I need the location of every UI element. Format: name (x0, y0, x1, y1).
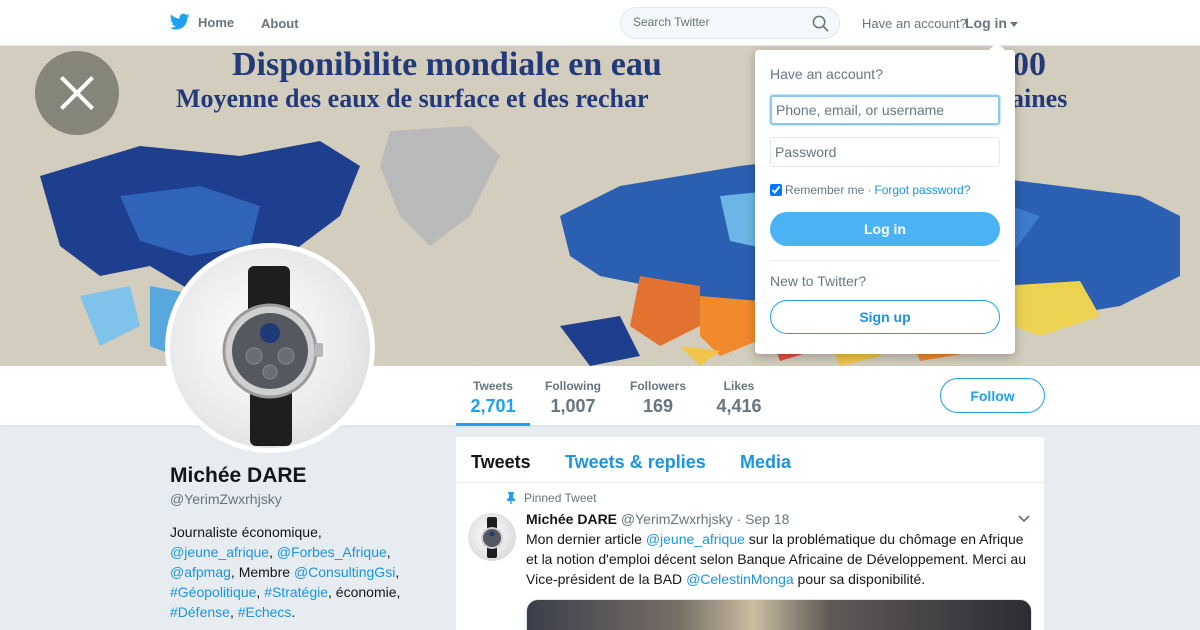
timeline-tabs: Tweets Tweets & replies Media (456, 437, 1044, 483)
stat-label: Followers (629, 379, 686, 393)
bio-hashtag[interactable]: #Géopolitique (170, 584, 256, 600)
bio-link[interactable]: @Forbes_Afrique (277, 544, 387, 560)
nav-home-label: Home (198, 14, 235, 30)
tweet-text-part: Mon dernier article (526, 531, 646, 547)
have-account-text: Have an account? (862, 16, 967, 31)
login-button[interactable]: Log in (770, 212, 1000, 246)
profile-bio: Journaliste économique, @jeune_afrique , … (170, 522, 420, 622)
divider (770, 260, 1000, 261)
pinned-indicator: Pinned Tweet (506, 491, 597, 505)
stat-followers[interactable]: Followers 169 (622, 366, 694, 426)
remember-me-checkbox[interactable] (770, 184, 782, 196)
tweet-author-handle[interactable]: @YerimZwxrhjsky (621, 511, 733, 527)
pinned-label: Pinned Tweet (524, 491, 597, 505)
bio-text: Journaliste économique, (170, 524, 322, 540)
password-input[interactable] (770, 137, 1000, 167)
nav-about-link[interactable]: About (261, 16, 299, 31)
bio-link[interactable]: @jeune_afrique (170, 544, 269, 560)
stat-value: 1,007 (550, 396, 596, 416)
stat-value: 2,701 (470, 396, 516, 416)
profile-name[interactable]: Michée DARE (170, 464, 307, 488)
stat-following[interactable]: Following 1,007 (537, 366, 609, 426)
pin-icon (507, 492, 515, 504)
follow-button[interactable]: Follow (940, 378, 1045, 413)
bio-link[interactable]: @ConsultingGsi (294, 564, 395, 580)
login-dropdown-title: Have an account? (770, 66, 883, 82)
stat-value: 4,416 (716, 396, 762, 416)
login-dropdown: Have an account? Remember me · Forgot pa… (755, 42, 1015, 354)
tweet-separator: · (736, 511, 742, 527)
stat-tweets[interactable]: Tweets 2,701 (456, 366, 530, 426)
tweet-avatar[interactable] (468, 513, 516, 561)
signup-button[interactable]: Sign up (770, 300, 1000, 334)
forgot-password-link[interactable]: Forgot password? (874, 183, 970, 197)
stat-label: Likes (723, 379, 755, 393)
twitter-bird-icon (170, 13, 190, 30)
caret-down-icon (1010, 21, 1018, 27)
banner-subtitle-text: Moyenne des eaux de surface et des recha… (176, 84, 649, 113)
bio-text: , (395, 564, 400, 580)
banner-subtitle: Moyenne des eaux de surface et des recha… (176, 84, 1067, 114)
tweet-author-name[interactable]: Michée DARE (526, 511, 617, 527)
top-navigation-bar: Home About Have an account? Log in (0, 0, 1200, 46)
remember-me-label[interactable]: Remember me (785, 183, 864, 197)
bio-text: , (229, 604, 238, 620)
tab-tweets-replies[interactable]: Tweets & replies (565, 452, 706, 473)
tweet-header: Michée DARE @YerimZwxrhjsky · Sep 18 (526, 511, 789, 527)
avatar-image (170, 248, 370, 448)
tweet-text: Mon dernier article @jeune_afrique sur l… (526, 529, 1036, 589)
username-input[interactable] (770, 95, 1000, 125)
profile-handle[interactable]: @YerimZwxrhjsky (170, 491, 282, 507)
stat-likes[interactable]: Likes 4,416 (708, 366, 770, 426)
tab-tweets[interactable]: Tweets (471, 452, 531, 473)
wristwatch-icon (481, 517, 503, 558)
profile-avatar[interactable] (165, 243, 375, 453)
tweet-mention-link[interactable]: @CelestinMonga (686, 571, 794, 587)
bio-text: . (291, 604, 296, 620)
bio-text: , économie, (328, 584, 401, 600)
separator-dot: · (867, 183, 872, 197)
tweet-date[interactable]: Sep 18 (745, 511, 789, 527)
banner-subtitle-tail: aines (1011, 84, 1068, 113)
stat-label: Following (545, 379, 601, 393)
search-icon[interactable] (812, 15, 829, 32)
stat-label: Tweets (473, 379, 513, 393)
chevron-down-icon[interactable] (1018, 515, 1030, 523)
timeline-panel: Tweets Tweets & replies Media Pinned Twe… (456, 437, 1044, 630)
tweet-text-part: pour sa disponibilité. (793, 571, 926, 587)
bio-hashtag[interactable]: #Echecs (238, 604, 292, 620)
wristwatch-icon (222, 266, 323, 446)
banner-title-tail: 00 (1012, 46, 1046, 83)
remember-me-row: Remember me · Forgot password? (770, 183, 970, 197)
bio-hashtag[interactable]: #Stratégie (264, 584, 328, 600)
banner-title: Disponibilite mondiale en eau 00 (232, 46, 1046, 84)
search-box (620, 7, 840, 39)
close-icon[interactable] (35, 51, 119, 135)
bio-text: , (386, 544, 391, 560)
stat-value: 169 (642, 396, 674, 416)
banner-title-text: Disponibilite mondiale en eau (232, 46, 662, 83)
new-to-twitter-text: New to Twitter? (770, 273, 867, 289)
tweet-media-image[interactable] (526, 599, 1032, 630)
bio-text: , (269, 544, 277, 560)
bio-text: , Membre (230, 564, 294, 580)
login-dropdown-toggle[interactable]: Log in (965, 15, 1018, 31)
tweet-mention-link[interactable]: @jeune_afrique (646, 531, 745, 547)
nav-home-link[interactable]: Home (170, 13, 234, 31)
tab-media[interactable]: Media (740, 452, 791, 473)
login-toggle-label: Log in (965, 15, 1007, 31)
bio-link[interactable]: @afpmag (170, 564, 231, 580)
bio-hashtag[interactable]: #Défense (170, 604, 230, 620)
search-input[interactable] (633, 15, 803, 29)
